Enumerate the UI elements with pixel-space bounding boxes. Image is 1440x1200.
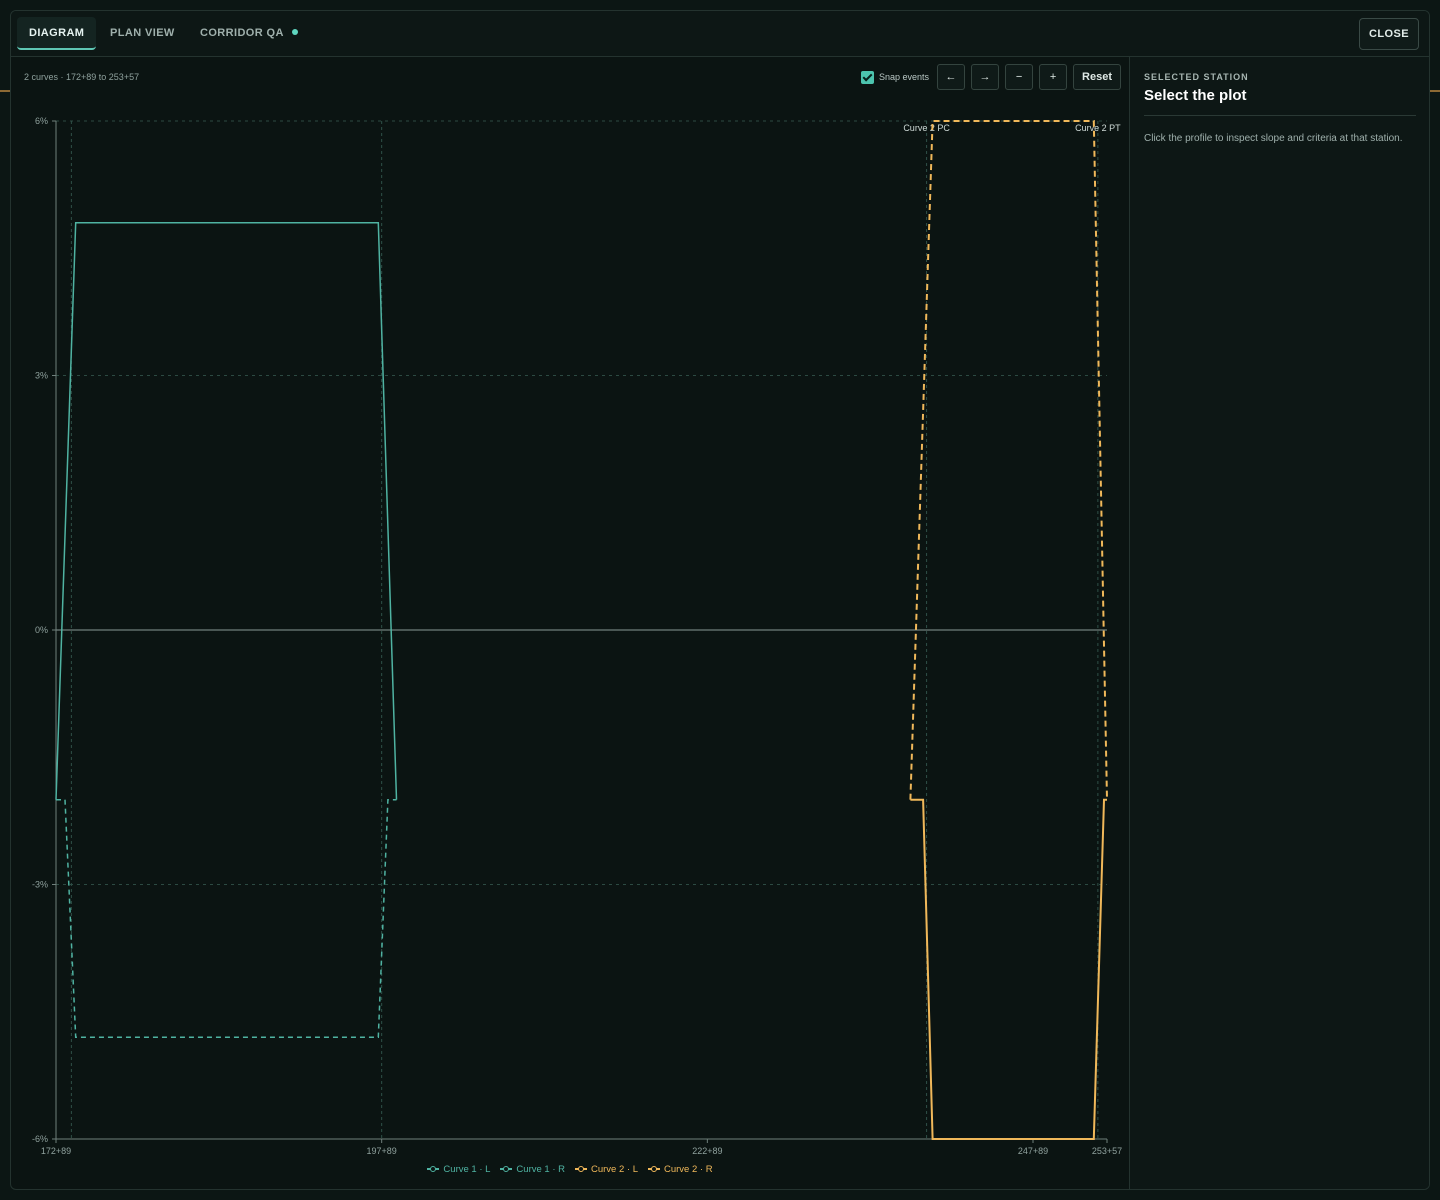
series-line-4[interactable]: [909, 120, 1108, 800]
x-tick-label: 197+89: [367, 1146, 397, 1156]
legend-label: Curve 2 · R: [664, 1163, 713, 1175]
x-tick-label: 222+89: [692, 1146, 722, 1156]
series-line-3[interactable]: [910, 798, 1107, 1140]
legend-marker-icon: [648, 1165, 660, 1173]
tab-bar: DIAGRAM PLAN VIEW CORRIDOR QA CLOSE: [11, 11, 1429, 57]
tab-diagram-label: DIAGRAM: [29, 27, 85, 39]
legend-label: Curve 1 · L: [443, 1163, 491, 1175]
chart-pane: 2 curves · 172+89 to 253+57 Snap events …: [11, 57, 1129, 1189]
tab-plan-view-label: PLAN VIEW: [110, 27, 175, 39]
event-label: Curve 2 PC: [903, 123, 950, 133]
tab-diagram[interactable]: DIAGRAM: [17, 17, 97, 50]
legend-item[interactable]: Curve 2 · L: [575, 1161, 638, 1177]
panel-kicker: SELECTED STATION: [1144, 72, 1249, 82]
status-dot-icon: [291, 29, 298, 35]
legend-label: Curve 2 · L: [591, 1163, 638, 1175]
legend-label: Curve 1 · R: [516, 1163, 565, 1175]
panel-title: Select the plot: [1144, 87, 1247, 104]
selected-station-panel: SELECTED STATION Select the plot Click t…: [1129, 57, 1429, 1189]
legend-item[interactable]: Curve 2 · R: [648, 1161, 713, 1177]
legend-marker-icon: [427, 1165, 440, 1173]
legend-item[interactable]: Curve 1 · R: [500, 1161, 565, 1177]
x-tick-label: 247+89: [1018, 1146, 1048, 1156]
tab-corridor-qa-label: CORRIDOR QA: [200, 27, 284, 39]
tab-corridor-qa[interactable]: CORRIDOR QA: [188, 17, 310, 50]
chart-legend: Curve 1 · L Curve 1 · R Curve 2 · L Curve 2…: [11, 1161, 1129, 1177]
diagram-modal: DIAGRAM PLAN VIEW CORRIDOR QA CLOSE 2 cu…: [10, 10, 1430, 1190]
series-line-2[interactable]: [56, 798, 397, 1038]
legend-item[interactable]: Curve 1 · L: [427, 1161, 490, 1177]
y-tick-label: -3%: [32, 880, 48, 890]
x-tick-label: 253+57: [1092, 1146, 1122, 1156]
close-button[interactable]: CLOSE: [1359, 18, 1419, 50]
x-tick-label: 172+89: [41, 1146, 71, 1156]
series-line-1[interactable]: [55, 222, 398, 800]
superelevation-chart[interactable]: 6% 3% 0% -3% -6% Curve 2 PC Curve 2 PT 172+89 19…: [11, 57, 1129, 1157]
tab-plan-view[interactable]: PLAN VIEW: [98, 17, 187, 50]
panel-divider: [1144, 115, 1416, 116]
y-tick-label: -6%: [32, 1134, 48, 1144]
y-tick-label: 6%: [35, 116, 48, 126]
event-label: Curve 2 PT: [1075, 123, 1121, 133]
legend-marker-icon: [575, 1165, 587, 1173]
y-tick-label: 3%: [35, 371, 48, 381]
legend-marker-icon: [500, 1165, 513, 1173]
y-tick-label: 0%: [35, 625, 48, 635]
panel-help-text: Click the profile to inspect slope and c…: [1144, 133, 1403, 144]
